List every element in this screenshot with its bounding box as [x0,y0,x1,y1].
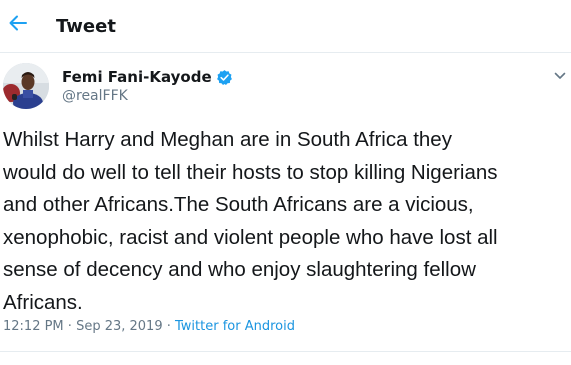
arrow-left-icon [9,15,27,31]
tweet-page: Tweet Femi Fani-Kayode @realFFK Whilst H… [0,0,571,365]
author-name-row[interactable]: Femi Fani-Kayode [62,67,233,87]
avatar[interactable] [3,63,49,109]
author-handle[interactable]: @realFFK [62,88,128,104]
chevron-down-icon [554,72,566,79]
tweet-text: Whilst Harry and Meghan are in South Afr… [3,128,498,314]
page-header: Tweet [0,0,571,53]
author-display-name[interactable]: Femi Fani-Kayode [62,68,212,86]
tweet-menu-button[interactable] [553,68,567,82]
meta-separator: · [162,319,175,334]
tweet-time[interactable]: 12:12 PM [3,319,64,334]
avatar-image [3,63,49,109]
meta-separator: · [63,319,77,334]
tweet-source-link[interactable]: Twitter for Android [175,319,295,334]
verified-badge-icon [216,69,233,86]
page-title: Tweet [56,16,116,37]
divider [0,351,571,352]
tweet-date[interactable]: Sep 23, 2019 [76,319,163,334]
tweet-metadata: 12:12 PM · Sep 23, 2019 · Twitter for An… [3,319,295,334]
back-button[interactable] [6,11,30,35]
